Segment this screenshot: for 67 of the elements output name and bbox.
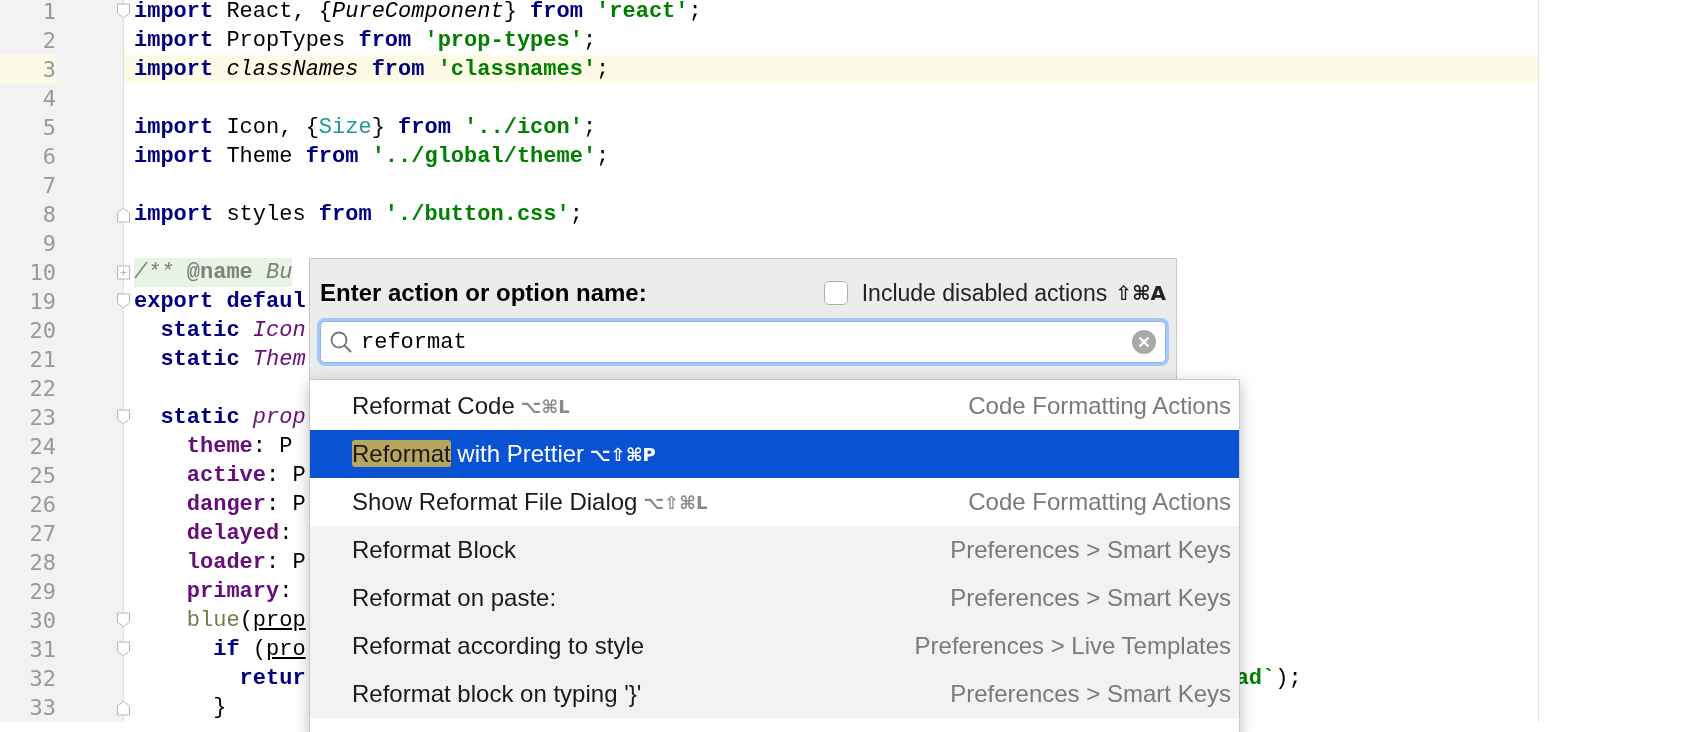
action-item[interactable]: Reformat block on typing '}' Preferences > Smart Keys xyxy=(310,670,1239,718)
line-number: 27 xyxy=(28,520,56,548)
code-line: } xyxy=(212,694,227,722)
line-number: 25 xyxy=(28,462,56,490)
line-number: 23 xyxy=(28,404,56,432)
code-line: danger: P xyxy=(185,491,306,519)
code-line: static Them xyxy=(159,346,306,374)
line-number: 6 xyxy=(41,143,56,171)
fold-marker-icon[interactable] xyxy=(116,293,131,310)
line-number: 9 xyxy=(41,230,56,258)
search-input[interactable]: reformat xyxy=(361,329,1131,355)
code-line: export defaul xyxy=(134,288,306,316)
line-number: 30 xyxy=(28,607,56,635)
code-line: import Theme from '../global/theme'; xyxy=(134,143,610,171)
prompt-label: Enter action or option name: xyxy=(320,279,647,307)
line-number: 10 xyxy=(28,259,56,287)
code-line: import PropTypes from 'prop-types'; xyxy=(134,27,597,55)
search-field[interactable]: reformat xyxy=(320,321,1166,363)
fold-marker-icon[interactable] xyxy=(116,264,131,281)
search-icon xyxy=(329,330,353,354)
line-number: 21 xyxy=(28,346,56,374)
line-number: 4 xyxy=(41,85,56,113)
line-number: 3 xyxy=(0,55,56,84)
line-number: 2 xyxy=(41,27,56,55)
clear-search-icon[interactable] xyxy=(1131,329,1157,355)
line-number: 24 xyxy=(28,433,56,461)
action-item[interactable]: Reformat according to style Preferences > Live Templates xyxy=(310,622,1239,670)
line-number: 19 xyxy=(28,288,56,316)
line-number: 7 xyxy=(41,172,56,200)
fold-marker-icon[interactable] xyxy=(116,206,131,223)
code-line: static prop xyxy=(159,404,306,432)
fold-marker-icon[interactable] xyxy=(116,612,131,629)
line-number: 33 xyxy=(28,694,56,722)
action-item[interactable]: Reformat Code ⌥⌘L Code Formatting Actions xyxy=(310,382,1239,430)
action-item[interactable]: Reformat on paste: Preferences > Smart Keys xyxy=(310,574,1239,622)
action-item[interactable]: Reformat with Prettier ⌥⇧⌘P xyxy=(310,430,1239,478)
line-number: 1 xyxy=(41,0,56,26)
code-line: import Icon, {Size} from '../icon'; xyxy=(134,114,597,142)
code-line: primary: xyxy=(185,578,293,606)
shortcut-label: ⇧⌘A xyxy=(1115,281,1166,305)
code-line: blue(prop xyxy=(185,607,306,635)
code-line: static Icon xyxy=(159,317,306,345)
action-item[interactable]: Show Reformat File Dialog ⌥⇧⌘L Code Formatting Actions xyxy=(310,478,1239,526)
fold-marker-icon[interactable] xyxy=(116,699,131,716)
line-number: 8 xyxy=(41,201,56,229)
checkbox-label[interactable]: Include disabled actions xyxy=(861,279,1108,307)
line-number: 20 xyxy=(28,317,56,345)
fold-marker-icon[interactable] xyxy=(116,641,131,658)
code-line: theme: P xyxy=(185,433,293,461)
line-number: 28 xyxy=(28,549,56,577)
code-line: import React, {PureComponent} from 'react'; xyxy=(134,0,702,26)
line-number: 22 xyxy=(28,375,56,403)
fold-marker-icon[interactable] xyxy=(116,3,131,20)
code-line: import styles from './button.css'; xyxy=(134,201,583,229)
line-number: 5 xyxy=(41,114,56,142)
code-line: delayed: xyxy=(185,520,293,548)
code-line: active: P xyxy=(185,462,306,490)
code-line: retur xyxy=(238,665,306,693)
fold-marker-icon[interactable] xyxy=(116,409,131,426)
code-line: import classNames from 'classnames'; xyxy=(134,56,610,84)
code-line: if (pro xyxy=(212,636,306,664)
line-number: 26 xyxy=(28,491,56,519)
code-line: loader: P xyxy=(185,549,306,577)
line-number: 31 xyxy=(28,636,56,664)
action-item[interactable]: Reformat Block Preferences > Smart Keys xyxy=(310,526,1239,574)
line-number: 32 xyxy=(28,665,56,693)
line-number: 29 xyxy=(28,578,56,606)
